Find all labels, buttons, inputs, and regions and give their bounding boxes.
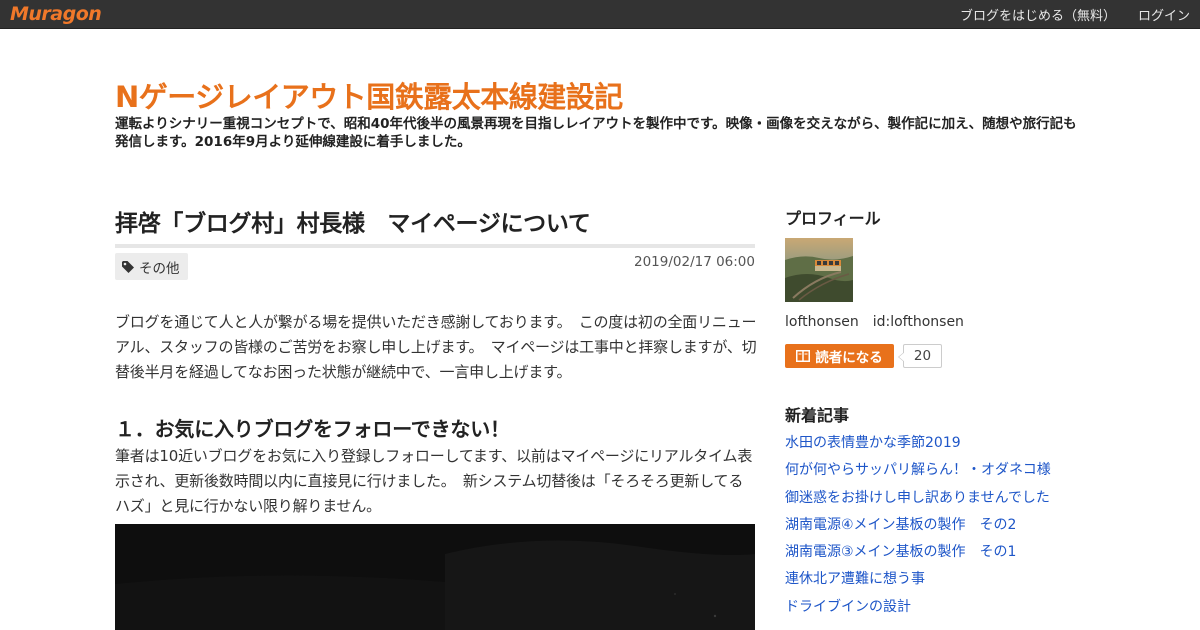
recent-post-link[interactable]: 湖南電源③メイン基板の製作 その1 [785, 544, 1016, 560]
recent-post-link[interactable]: 水田の表情豊かな季節2019 [785, 435, 961, 451]
post-date: 2019/02/17 06:00 [633, 254, 755, 270]
article-paragraph: 筆者は10近いブログをお気に入り登録しフォローしてます、以前はマイページにリアル… [115, 447, 753, 515]
avatar[interactable] [785, 238, 853, 302]
article-image [115, 524, 755, 630]
top-bar: Muragon ブログをはじめる（無料） ログイン [0, 0, 1200, 29]
follow-button[interactable]: 読者になる [785, 344, 894, 368]
book-icon [796, 350, 811, 362]
category-tag[interactable]: その他 [115, 253, 188, 280]
list-item: 湖南電源④メイン基板の製作 その2 [785, 515, 1051, 542]
list-item: ドライブインの設計 [785, 597, 1051, 624]
recent-post-link[interactable]: 湖南電源④メイン基板の製作 その2 [785, 517, 1016, 533]
list-item: 連休北ア遭難に想う事 [785, 569, 1051, 596]
list-item: 水田の表情豊かな季節2019 [785, 433, 1051, 460]
list-item: 湖南電源③メイン基板の製作 その1 [785, 542, 1051, 569]
list-item: 御迷惑をお掛けし申し訳ありませんでした [785, 488, 1051, 515]
profile-name[interactable]: lofthonsen id:lofthonsen [785, 311, 964, 331]
follow-button-label: 読者になる [815, 350, 883, 366]
recent-post-link[interactable]: 何が何やらサッパリ解らん！・オダネコ様 [785, 462, 1051, 478]
article-title[interactable]: 拝啓「ブログ村」村長様 マイページについて [115, 204, 755, 248]
start-blog-link[interactable]: ブログをはじめる（無料） [960, 5, 1116, 24]
list-item: 何が何やらサッパリ解らん！・オダネコ様 [785, 460, 1051, 487]
follower-count: 20 [898, 344, 942, 368]
section-heading: １．お気に入りブログをフォローできない！ [115, 417, 510, 441]
blog-title[interactable]: Nゲージレイアウト国鉄露太本線建設記 [115, 74, 623, 116]
recent-post-link[interactable]: 御迷惑をお掛けし申し訳ありませんでした [785, 490, 1050, 506]
login-link[interactable]: ログイン [1138, 5, 1190, 24]
tag-icon [122, 260, 134, 273]
recent-posts-list: 水田の表情豊かな季節2019 何が何やらサッパリ解らん！・オダネコ様 御迷惑をお… [785, 433, 1051, 624]
recent-posts-heading: 新着記事 [785, 406, 850, 425]
category-tag-label: その他 [139, 260, 180, 277]
muragon-logo[interactable]: Muragon [10, 2, 102, 26]
recent-post-link[interactable]: 連休北ア遭難に想う事 [785, 571, 925, 587]
article-paragraph: ブログを通じて人と人が繋がる場を提供いただき感謝しております。 この度は初の全面… [115, 313, 757, 381]
dark-photo [115, 524, 755, 630]
recent-post-link[interactable]: ドライブインの設計 [785, 599, 911, 615]
avatar-train-photo [785, 238, 853, 302]
blog-description: 運転よりシナリー重視コンセプトで、昭和40年代後半の風景再現を目指しレイアウトを… [115, 116, 1077, 150]
top-nav: ブログをはじめる（無料） ログイン [960, 0, 1190, 29]
profile-heading: プロフィール [785, 209, 881, 228]
